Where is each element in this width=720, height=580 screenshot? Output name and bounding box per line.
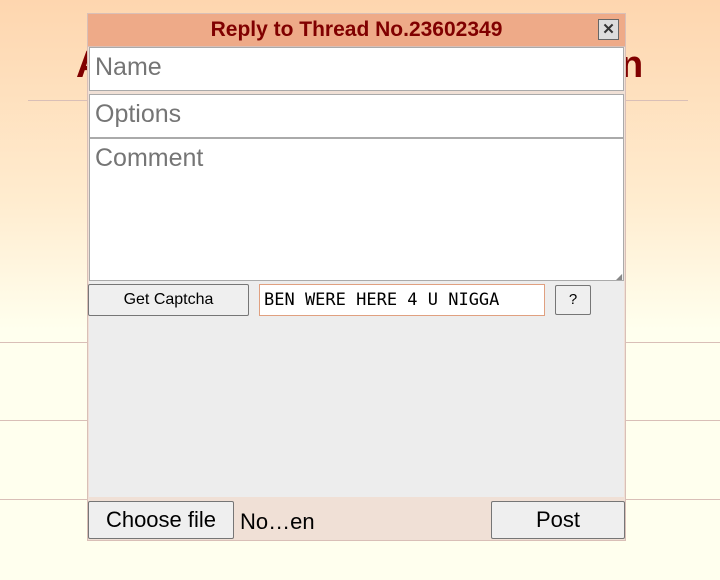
quick-reply-title: Reply to Thread No.23602349 [210, 18, 503, 41]
name-field[interactable]: Name [89, 47, 624, 91]
resize-grip-icon[interactable]: ◢ [616, 273, 622, 281]
captcha-help-label: ? [568, 291, 578, 308]
get-captcha-label: Get Captcha [123, 291, 214, 308]
file-status-text: No…en [240, 509, 315, 534]
options-placeholder: Options [95, 100, 182, 128]
captcha-input-value: BEN WERE HERE 4 U NIGGA [264, 290, 500, 310]
choose-file-button[interactable]: Choose file [88, 501, 234, 539]
comment-placeholder: Comment [95, 144, 204, 172]
get-captcha-button[interactable]: Get Captcha [88, 284, 249, 316]
quick-reply-titlebar[interactable]: Reply to Thread No.23602349 ✕ [88, 14, 625, 47]
captcha-input[interactable]: BEN WERE HERE 4 U NIGGA [259, 284, 545, 316]
close-icon[interactable]: ✕ [598, 19, 619, 40]
choose-file-label: Choose file [105, 507, 217, 532]
options-field[interactable]: Options [89, 94, 624, 138]
post-label: Post [535, 507, 581, 532]
captcha-help-button[interactable]: ? [555, 285, 591, 315]
quick-reply-window: Reply to Thread No.23602349 ✕ Name Optio… [87, 13, 626, 541]
post-button[interactable]: Post [491, 501, 625, 539]
name-placeholder: Name [95, 53, 162, 81]
comment-field[interactable]: Comment [89, 138, 624, 281]
